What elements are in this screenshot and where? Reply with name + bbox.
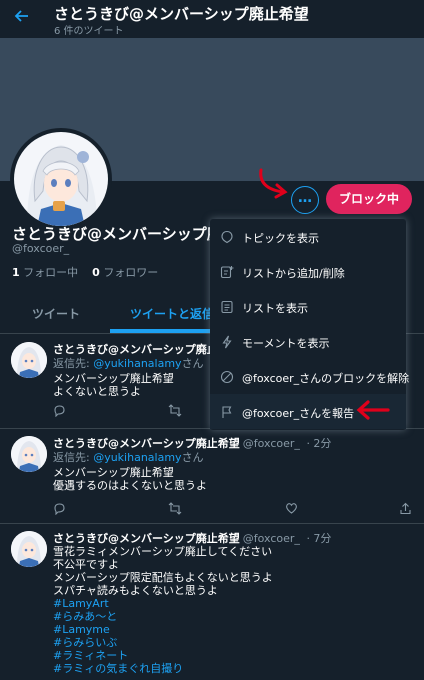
moment-icon [220, 334, 234, 349]
tweet-text: メンバーシップ廃止希望 よくないと思うよ [53, 372, 174, 398]
following-link[interactable]: 1 フォロー中 [12, 266, 78, 279]
back-arrow-icon[interactable] [14, 8, 30, 24]
tweet-count: 6 件のツイート [54, 26, 124, 37]
menu-item-view-moments[interactable]: モーメントを表示 [210, 324, 406, 359]
hashtag-link[interactable]: #Lamyme [53, 623, 273, 636]
profile-avatar[interactable] [10, 128, 112, 230]
tweet-author[interactable]: さとうきび@メンバーシップ廃止希望 [53, 532, 240, 545]
top-bar: さとうきび@メンバーシップ廃止希望 6 件のツイート [0, 0, 424, 38]
menu-item-view-lists[interactable]: リストを表示 [210, 289, 406, 324]
tweet-avatar[interactable] [11, 436, 47, 472]
tweet[interactable]: さとうきび@メンバーシップ廃止希望 @foxcoer_ · 7分 雪花ラミィメンバ… [0, 523, 424, 680]
reply-icon[interactable] [53, 502, 67, 516]
hashtag-link[interactable]: #LamyArt [53, 597, 273, 610]
reply-info: 返信先: @yukihanalamyさん [53, 357, 204, 370]
tweet-avatar[interactable] [11, 531, 47, 567]
topic-icon [220, 229, 234, 244]
list-icon [220, 299, 234, 314]
tweet-time[interactable]: · 7分 [306, 532, 331, 545]
flag-icon [220, 404, 234, 418]
menu-item-unblock[interactable]: @foxcoer_さんのブロックを解除 [210, 359, 409, 394]
tweet[interactable]: さとうきび@メンバーシップ廃止希望 @foxcoer_ · 2分 返信先: @yu… [0, 428, 424, 524]
share-icon[interactable] [399, 502, 413, 516]
tweet-text: 雪花ラミィメンバーシップ廃止してください 不公平ですよ メンバーシップ限定配信もよ… [53, 545, 273, 675]
retweet-icon[interactable] [168, 502, 182, 516]
reply-to-link[interactable]: @yukihanalamy [93, 357, 181, 370]
list-add-icon [220, 264, 234, 279]
reply-icon[interactable] [53, 404, 67, 418]
more-options-button[interactable]: … [291, 186, 319, 214]
tweet-handle: @foxcoer_ [242, 437, 300, 450]
page-title: さとうきび@メンバーシップ廃止希望 [54, 5, 309, 23]
hashtag-link[interactable]: #らみあ～と [53, 610, 273, 623]
blocked-button[interactable]: ブロック中 [326, 184, 412, 214]
annotation-arrow [356, 400, 390, 420]
active-tab-indicator [110, 329, 210, 333]
menu-item-view-topics[interactable]: トピックを表示 [210, 219, 406, 254]
hashtag-link[interactable]: #ラミィネート [53, 649, 273, 662]
reply-info: 返信先: @yukihanalamyさん [53, 451, 204, 464]
tweet-text: メンバーシップ廃止希望 優遇するのはよくないと思うよ [53, 466, 207, 492]
tab-tweets[interactable]: ツイート [32, 305, 80, 322]
profile-handle: @foxcoer_ [12, 242, 70, 255]
retweet-icon[interactable] [168, 404, 182, 418]
reply-to-link[interactable]: @yukihanalamy [93, 451, 181, 464]
unblock-icon [220, 369, 234, 384]
tweet-time[interactable]: · 2分 [306, 437, 331, 450]
tweet-header: さとうきび@メンバーシップ廃止希望 @foxcoer_ · 7分 [53, 530, 331, 546]
hashtag-link[interactable]: #ラミィの気まぐれ自撮り [53, 662, 273, 675]
follow-stats: 1 フォロー中 0 フォロワー [12, 264, 158, 280]
tweet-actions [53, 502, 413, 516]
tweet-handle: @foxcoer_ [242, 532, 300, 545]
tweet-avatar[interactable] [11, 342, 47, 378]
tab-tweets-and-replies[interactable]: ツイートと返信 [130, 305, 214, 322]
menu-item-add-remove-lists[interactable]: リストから追加/削除 [210, 254, 406, 289]
followers-link[interactable]: 0 フォロワー [92, 266, 158, 279]
hashtag-link[interactable]: #らみらいぶ [53, 636, 273, 649]
like-icon[interactable] [285, 502, 299, 516]
profile-name: さとうきび@メンバーシップ廃止希望 [12, 225, 212, 243]
annotation-arrow [259, 168, 288, 199]
